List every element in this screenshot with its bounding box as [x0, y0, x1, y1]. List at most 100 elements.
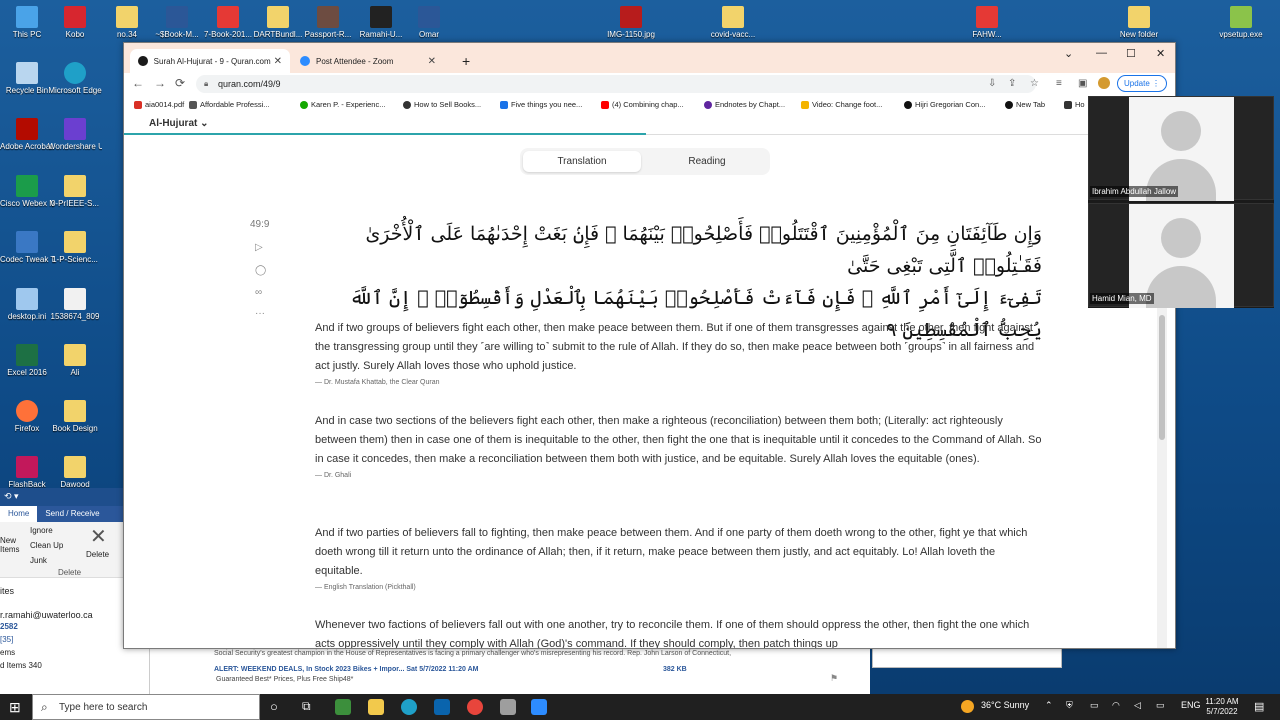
clock[interactable]: 11:20 AM 5/7/2022 — [1196, 697, 1248, 717]
desktop-icon-science[interactable]: 1-P-Scienc... — [48, 231, 102, 264]
more-icon[interactable]: ··· — [255, 308, 265, 319]
taskbar-search-box[interactable]: ⌕ Type here to search — [32, 694, 260, 720]
bookmark-item[interactable]: Endnotes by Chapt... — [704, 100, 785, 109]
flag-icon[interactable]: ⚑ — [830, 673, 838, 684]
outlook-ignore[interactable]: Ignore — [30, 526, 53, 535]
update-button[interactable]: Update ⋮ — [1117, 75, 1167, 92]
link-icon[interactable]: ∞ — [255, 287, 262, 298]
outlook-clean-up[interactable]: Clean Up — [30, 541, 63, 550]
network-icon[interactable]: ▭ — [1156, 700, 1165, 711]
chevron-up-icon[interactable]: ⌃ — [1045, 700, 1053, 711]
outlook-junk[interactable]: Junk — [30, 556, 47, 565]
desktop-icon-fahw[interactable]: FAHW... — [960, 6, 1014, 39]
comment-icon[interactable]: ◯ — [255, 265, 266, 276]
folder-deleted-items[interactable]: d Items 340 — [0, 657, 149, 670]
weather-text[interactable]: 36°C Sunny — [981, 700, 1029, 710]
participant-tile[interactable]: Ibrahim Abdullah Jallow — [1088, 96, 1274, 201]
bookmark-star-icon[interactable]: ☆ — [1030, 78, 1039, 89]
desktop-icon-omar[interactable]: Omar — [402, 6, 456, 39]
desktop-icon-dawood[interactable]: Dawood — [48, 456, 102, 489]
bookmark-item[interactable]: Hijri Gregorian Con... — [904, 100, 985, 109]
play-icon[interactable]: ▷ — [255, 242, 263, 253]
task-view-icon[interactable]: ⧉ — [302, 699, 311, 714]
tab-zoom[interactable]: Post Attendee - Zoom ✕ — [292, 49, 444, 73]
scrollbar-thumb[interactable] — [1159, 315, 1165, 440]
desktop-icon-img-1150[interactable]: IMG-1150.jpg — [604, 6, 658, 39]
desktop-icon-kobo[interactable]: Kobo — [48, 6, 102, 39]
bookmark-item[interactable]: (4) Combining chap... — [601, 100, 684, 109]
desktop-icon-no34[interactable]: no.34 — [100, 6, 154, 39]
edge-taskbar-icon[interactable] — [401, 699, 417, 715]
desktop-icon-covid[interactable]: covid-vacc... — [706, 6, 760, 39]
desktop-icon-ieee[interactable]: 0-PrIEEE-S... — [48, 175, 102, 208]
bookmark-item[interactable]: Affordable Professi... — [189, 100, 269, 109]
zoom-taskbar-icon[interactable] — [531, 699, 547, 715]
translation-mode-button[interactable]: Translation — [523, 151, 641, 172]
cortana-icon[interactable]: ○ — [270, 699, 278, 714]
bookmark-item[interactable]: Ho — [1064, 100, 1085, 109]
volume-icon[interactable]: ◁ — [1134, 700, 1141, 711]
security-icon[interactable]: ⛨ — [1066, 700, 1073, 711]
desktop-icon-this-pc[interactable]: This PC — [0, 6, 54, 39]
desktop-icon-passport[interactable]: Passport-R... — [301, 6, 355, 39]
bookmark-item[interactable]: Video: Change foot... — [801, 100, 882, 109]
new-tab-button[interactable]: + — [454, 49, 478, 73]
desktop-icon-ali[interactable]: Ali — [48, 344, 102, 377]
outlook-tab-send-receive[interactable]: Send / Receive — [37, 506, 107, 522]
share-icon[interactable]: ⇪ — [1008, 78, 1016, 89]
windows-start-icon[interactable]: ⊞ — [9, 699, 21, 716]
mail-subject[interactable]: ALERT: WEEKEND DEALS, In Stock 2023 Bike… — [214, 666, 478, 673]
side-panel-icon[interactable]: ▣ — [1078, 78, 1087, 89]
notifications-icon[interactable]: ▤ — [1254, 700, 1264, 713]
close-tab-icon[interactable]: ✕ — [428, 56, 436, 67]
desktop-icon-edge[interactable]: Microsoft Edge — [48, 62, 102, 95]
wifi-icon[interactable]: ◠ — [1112, 700, 1120, 711]
desktop-icon-flashback[interactable]: FlashBack — [0, 456, 54, 489]
desktop-icon-vpsetup[interactable]: vpsetup.exe — [1214, 6, 1268, 39]
desktop-icon-desktop-ini[interactable]: desktop.ini — [0, 288, 54, 321]
reading-list-icon[interactable]: ≡ — [1056, 78, 1062, 89]
desktop-icon-firefox[interactable]: Firefox — [0, 400, 54, 433]
desktop-icon-codec[interactable]: Codec Tweak Tool — [0, 231, 54, 264]
app-taskbar-icon[interactable] — [500, 699, 516, 715]
minimize-icon[interactable]: — — [1096, 47, 1107, 59]
surah-selector[interactable]: Al-Hujurat ⌄ — [149, 118, 209, 129]
desktop-icon-new-folder[interactable]: New folder — [1112, 6, 1166, 39]
bookmark-item[interactable]: Five things you nee... — [500, 100, 582, 109]
outlook-new-items[interactable]: New Items — [0, 536, 20, 554]
chrome-taskbar-icon[interactable] — [467, 699, 483, 715]
store-icon[interactable] — [335, 699, 351, 715]
forward-icon[interactable]: → — [154, 76, 166, 90]
desktop-icon-uniconverter[interactable]: Wondershare UniConverter — [48, 118, 102, 151]
back-icon[interactable]: ← — [132, 76, 144, 90]
file-explorer-icon[interactable] — [368, 699, 384, 715]
desktop-icon-recycle-bin[interactable]: Recycle Bin — [0, 62, 54, 95]
desktop-icon-webex[interactable]: Cisco Webex Meetings — [0, 175, 54, 208]
desktop-icon-book-m[interactable]: ~$Book-M... — [150, 6, 204, 39]
close-window-icon[interactable]: ✕ — [1156, 47, 1165, 60]
close-tab-icon[interactable]: ✕ — [274, 56, 282, 67]
bookmark-item[interactable]: How to Sell Books... — [403, 100, 481, 109]
install-icon[interactable]: ⇩ — [988, 78, 996, 89]
desktop-icon-acrobat[interactable]: Adobe Acrobat 2017 — [0, 118, 54, 151]
desktop-icon-dartbundle[interactable]: DARTBundl... — [251, 6, 305, 39]
profile-avatar-icon[interactable] — [1098, 77, 1110, 89]
desktop-icon-7-book[interactable]: 7-Book-201... — [201, 6, 255, 39]
address-bar[interactable]: 🔒︎ quran.com/49/9 — [196, 75, 1036, 93]
reload-icon[interactable]: ⟳ — [175, 76, 185, 90]
outlook-taskbar-icon[interactable] — [434, 699, 450, 715]
outlook-tab-home[interactable]: Home — [0, 506, 38, 522]
tab-search-icon[interactable]: ⌄ — [1064, 47, 1073, 60]
desktop-icon-ramahi[interactable]: Ramahi-U... — [354, 6, 408, 39]
battery-icon[interactable]: ▭ — [1090, 700, 1099, 711]
participant-tile[interactable]: Hamid Mian, MD — [1088, 203, 1274, 308]
bookmark-item[interactable]: New Tab — [1005, 100, 1045, 109]
reading-mode-button[interactable]: Reading — [648, 151, 766, 172]
tab-quran[interactable]: Surah Al-Hujurat - 9 - Quran.com ✕ — [130, 49, 290, 73]
desktop-icon-book-design[interactable]: Book Design — [48, 400, 102, 433]
desktop-icon-excel[interactable]: Excel 2016 — [0, 344, 54, 377]
bookmark-item[interactable]: Karen P. - Experienc... — [300, 100, 385, 109]
desktop-icon-1538674[interactable]: 1538674_809 — [48, 288, 102, 321]
outlook-delete-button[interactable]: Delete — [86, 550, 109, 559]
bookmark-item[interactable]: aia0014.pdf — [134, 100, 184, 109]
